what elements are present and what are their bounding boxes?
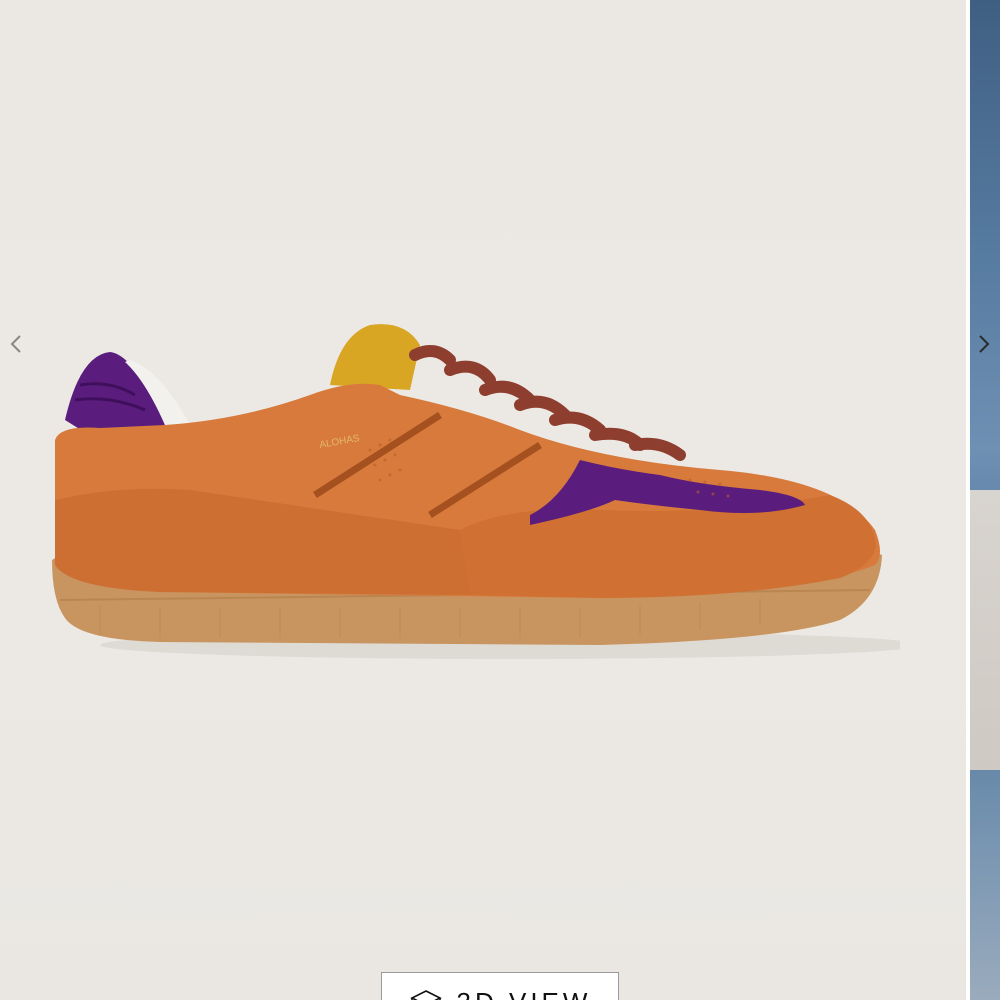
product-gallery: ALOHAS 3D VIEW [0, 0, 1000, 1000]
chevron-right-icon [979, 335, 990, 353]
cube-icon [409, 989, 443, 1000]
3d-view-button[interactable]: 3D VIEW [381, 972, 619, 1000]
gallery-slide-current: ALOHAS [0, 0, 966, 1000]
3d-view-label: 3D VIEW [457, 989, 592, 1000]
gallery-slide-next-peek[interactable] [970, 0, 1000, 1000]
previous-slide-button[interactable] [2, 330, 30, 358]
product-image: ALOHAS [52, 324, 900, 659]
next-slide-button[interactable] [970, 330, 998, 358]
chevron-left-icon [10, 335, 21, 353]
